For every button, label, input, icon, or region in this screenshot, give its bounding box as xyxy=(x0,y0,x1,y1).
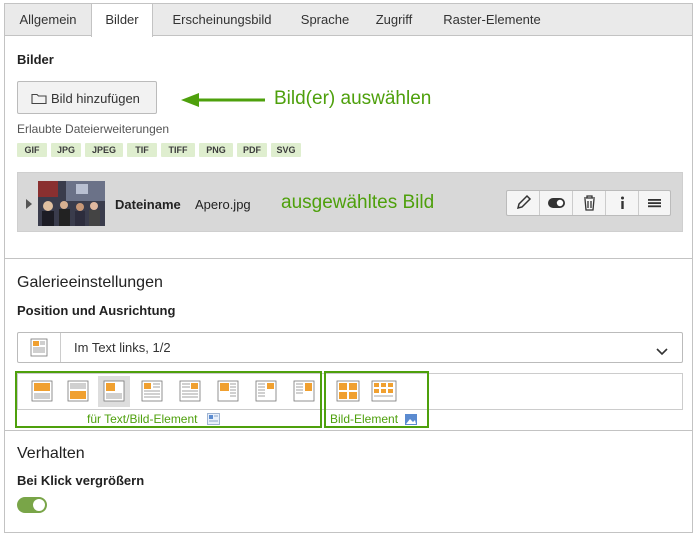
tab-erscheinungsbild[interactable]: Erscheinungsbild xyxy=(157,4,287,36)
toggle-visibility-icon[interactable] xyxy=(540,191,573,215)
caption-image-element: Bild-Element xyxy=(330,412,418,428)
extension-badge: GIF xyxy=(17,143,47,157)
position-select-value: Im Text links, 1/2 xyxy=(74,340,171,355)
caption-text-image-element: für Text/Bild-Element xyxy=(87,412,220,428)
extension-badge: TIFF xyxy=(161,143,195,157)
delete-icon[interactable] xyxy=(573,191,606,215)
extension-badge: TIF xyxy=(127,143,157,157)
position-select[interactable]: Im Text links, 1/2 xyxy=(17,332,683,363)
extension-badge: JPEG xyxy=(85,143,123,157)
folder-icon xyxy=(31,93,47,108)
chevron-down-icon xyxy=(656,343,668,361)
info-icon[interactable] xyxy=(606,191,639,215)
zoom-on-click-toggle[interactable] xyxy=(17,497,47,513)
image-element-icon xyxy=(405,414,418,428)
expand-chevron-icon[interactable] xyxy=(26,196,32,214)
allowed-extensions-label: Erlaubte Dateierweiterungen xyxy=(17,122,170,136)
tab-bilder[interactable]: Bilder xyxy=(91,4,153,37)
file-actions-group xyxy=(506,190,671,216)
tab-raster-elemente[interactable]: Raster-Elemente xyxy=(425,4,559,36)
arrow-left-icon xyxy=(181,93,265,112)
annotation-select-images: Bild(er) auswählen xyxy=(274,88,432,109)
caption-text-image-label: für Text/Bild-Element xyxy=(87,412,198,426)
menu-icon[interactable] xyxy=(639,191,670,215)
gallery-settings-heading: Galerieeinstellungen xyxy=(17,274,163,291)
section-divider xyxy=(5,430,692,431)
extension-badge: PDF xyxy=(237,143,267,157)
section-divider xyxy=(5,258,692,259)
zoom-on-click-label: Bei Klick vergrößern xyxy=(17,473,145,488)
edit-icon[interactable] xyxy=(507,191,540,215)
tab-bar: Allgemein Bilder Erscheinungsbild Sprach… xyxy=(5,4,692,37)
file-name-value: Apero.jpg xyxy=(195,197,251,212)
content-element-editor: Allgemein Bilder Erscheinungsbild Sprach… xyxy=(4,3,693,533)
extension-badge: PNG xyxy=(199,143,233,157)
tab-allgemein[interactable]: Allgemein xyxy=(5,4,91,36)
tab-sprache[interactable]: Sprache xyxy=(287,4,363,36)
annotation-selected-image: ausgewähltes Bild xyxy=(281,192,435,213)
section-title-bilder: Bilder xyxy=(17,52,54,67)
select-preview-icon xyxy=(18,333,61,362)
position-alignment-label: Position und Ausrichtung xyxy=(17,303,176,318)
behavior-heading: Verhalten xyxy=(17,445,85,462)
file-reference-row: Dateiname Apero.jpg ausgewähltes Bild xyxy=(17,172,683,232)
image-thumbnail[interactable] xyxy=(38,181,105,226)
caption-image-label: Bild-Element xyxy=(330,412,399,426)
toggle-knob xyxy=(33,499,45,511)
add-image-button-label: Bild hinzufügen xyxy=(51,91,140,106)
tab-zugriff[interactable]: Zugriff xyxy=(363,4,425,36)
extension-badge: JPG xyxy=(51,143,81,157)
extension-badge: SVG xyxy=(271,143,301,157)
add-image-button[interactable]: Bild hinzufügen xyxy=(17,81,157,114)
file-name-label: Dateiname xyxy=(115,197,181,212)
text-image-element-icon xyxy=(206,413,220,428)
